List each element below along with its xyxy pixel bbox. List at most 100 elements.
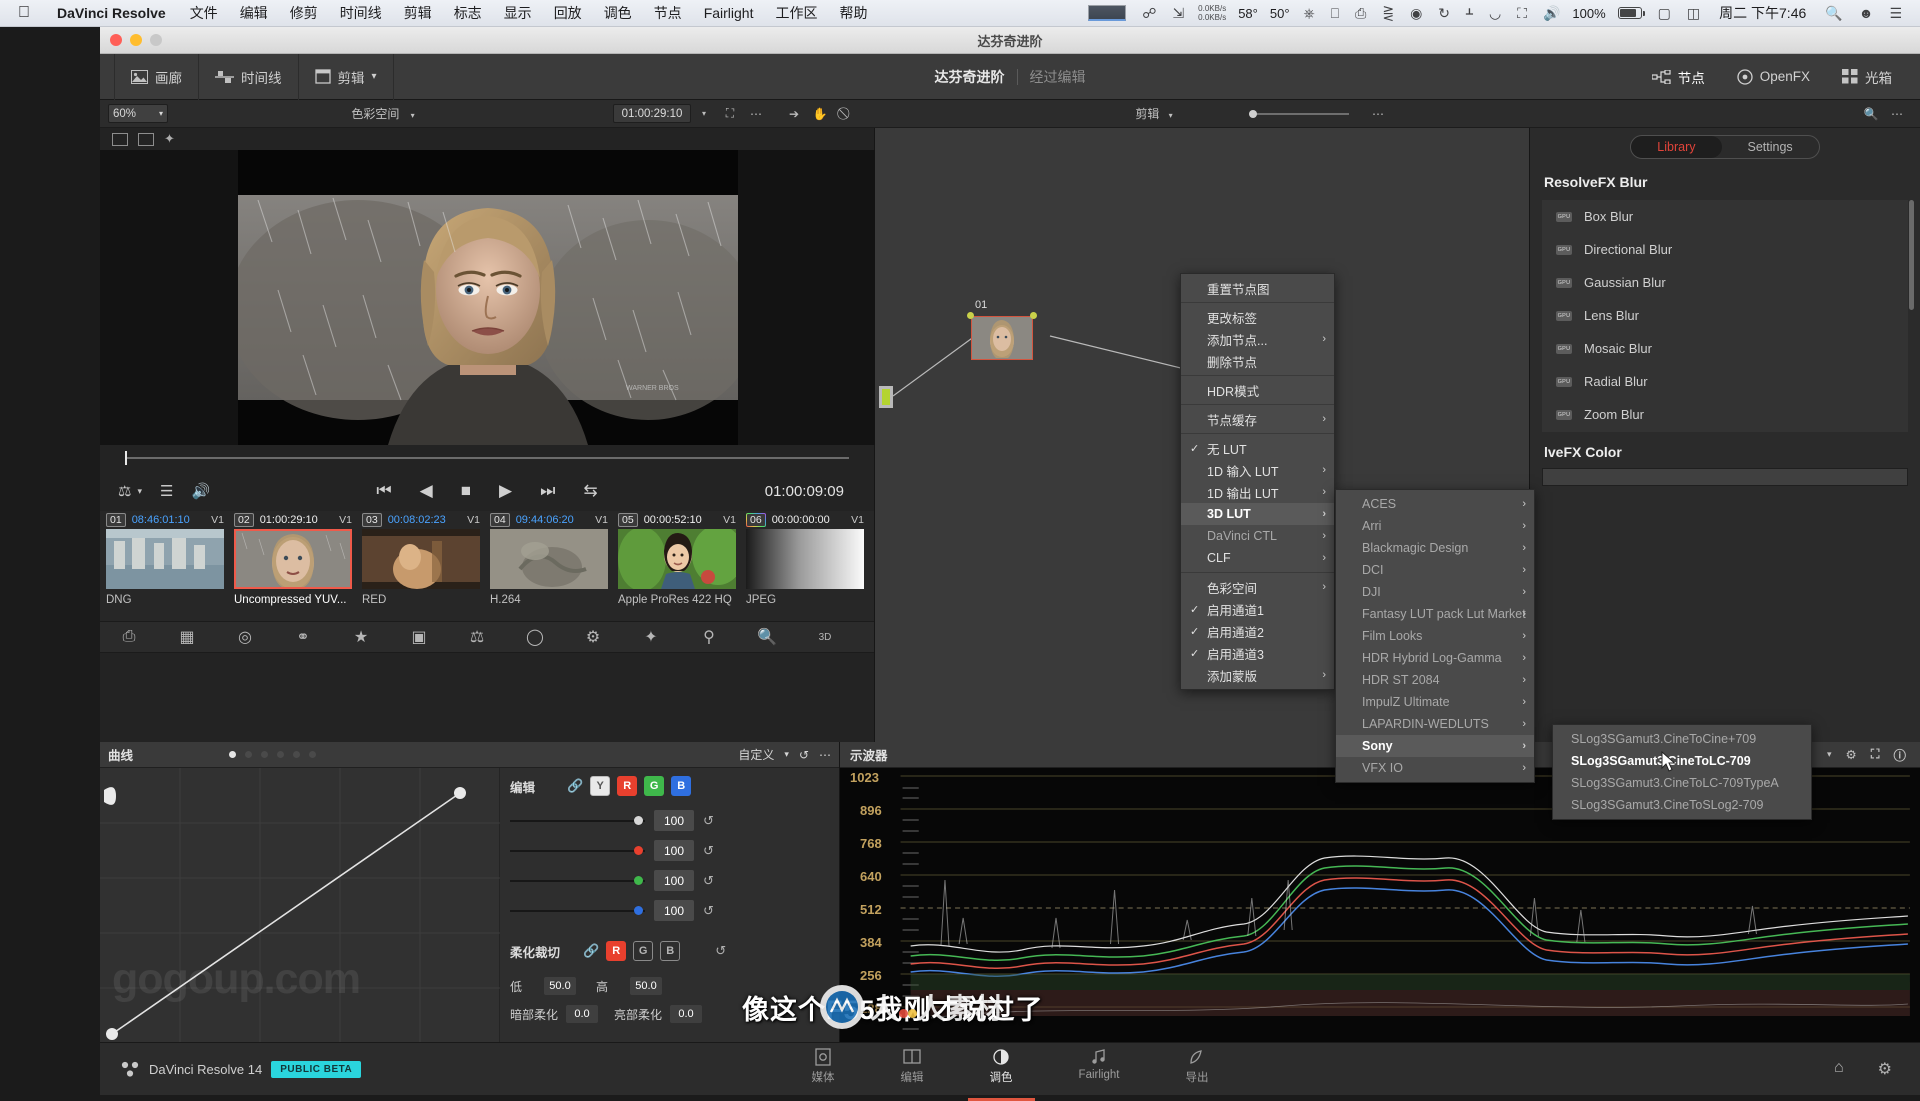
ctx-node-cache[interactable]: 节点缓存 › [1181,408,1334,430]
menubar-item-trim[interactable]: 修剪 [279,3,329,23]
slider-track-r[interactable] [510,845,645,855]
curves-dot-4[interactable] [277,751,285,758]
slider-value-g[interactable]: 100 [654,870,694,891]
sony-lut-submenu[interactable]: SLog3SGamut3.CineToCine+709 SLog3SGamut3… [1552,724,1812,820]
slider-value-y[interactable]: 100 [654,810,694,831]
menubar-item-playback[interactable]: 回放 [543,3,593,23]
ctx-change-label[interactable]: 更改标签 [1181,306,1334,328]
volume-icon[interactable]: 🔊 [1535,5,1568,22]
clip-image[interactable] [490,529,608,589]
magic-icon[interactable]: ✦ [164,131,175,147]
ctx-no-lut[interactable]: ✓ 无 LUT [1181,437,1334,459]
clip-image[interactable] [618,529,736,589]
lightning-icon[interactable]: ⋛ [1374,5,1402,22]
lut-vendor-impulz-ultimate[interactable]: ImpulZ Ultimate › [1336,691,1534,713]
chevron-down-icon[interactable]: ▾ [372,71,377,82]
ctx-enable-channel-3[interactable]: ✓ 启用通道3 [1181,642,1334,664]
page-color[interactable]: 调色 [967,1048,1035,1101]
menubar-app-name[interactable]: DaVinci Resolve [44,5,179,21]
print-icon[interactable]: ⎙ [100,621,158,653]
reset-icon[interactable]: ↺ [703,873,714,889]
ctx-hdr-mode[interactable]: HDR模式 [1181,379,1334,401]
channel-chip-y[interactable]: Y [590,776,611,796]
jump-end-icon[interactable]: ⏭ [540,481,555,501]
clip-thumbnail-01[interactable]: 01 08:46:01:10 V1 DNG [106,511,224,621]
viewer-timecode[interactable]: 01:00:29:10 [613,104,691,123]
ctx-1d-input-lut[interactable]: 1D 输入 LUT › [1181,459,1334,481]
slider-track-y[interactable] [510,815,645,825]
zoom-level-select[interactable]: 60% ▾ [108,104,168,123]
lut-vendor-submenu[interactable]: ACES › Arri › Blackmagic Design › DCI › … [1335,489,1535,783]
user-icon[interactable]: ☻ [1851,5,1882,21]
soft-clip-chip-r[interactable]: R [606,941,627,961]
lut-vendor-arri[interactable]: Arri › [1336,515,1534,537]
clip-thumbnail-03[interactable]: 03 00:08:02:23 V1 RED [362,511,480,621]
curves-dot-5[interactable] [293,751,301,758]
lut-vendor-dji[interactable]: DJI › [1336,581,1534,603]
high-soft-value[interactable]: 0.0 [670,1005,703,1023]
lut-vendor-hdr-hlg[interactable]: HDR Hybrid Log-Gamma › [1336,647,1534,669]
key-icon[interactable]: ⚲ [680,621,738,653]
tab-settings[interactable]: Settings [1722,136,1819,158]
slider-track-g[interactable] [510,875,645,885]
search-icon[interactable]: 🔍 [1858,103,1884,124]
ctx-reset-node-graph[interactable]: 重置节点图 [1181,277,1334,299]
fx-item-box-blur[interactable]: GPU Box Blur [1542,200,1908,233]
input-source-icon[interactable]: ▢ [1650,5,1679,22]
clip-thumbnail-02[interactable]: 02 01:00:29:10 V1 Uncompressed YUV... [234,511,352,621]
link-icon[interactable]: 🔗 [583,943,599,959]
sony-lut-cinetolc709[interactable]: SLog3SGamut3.CineToLC-709 [1553,750,1811,772]
clip-thumbnail-06[interactable]: 06 00:00:00:00 V1 JPEG [746,511,864,621]
channel-chip-g[interactable]: G [644,776,665,796]
high-value[interactable]: 50.0 [630,977,662,995]
page-edit[interactable]: 编辑 [901,1048,924,1091]
node-input-terminal[interactable] [879,386,893,408]
node-size-slider[interactable] [1249,109,1349,118]
more-options-icon[interactable]: ⋯ [743,103,769,124]
fit-screen-icon[interactable]: ⛶ [717,103,743,124]
chevron-down-icon[interactable]: ▾ [1163,111,1173,120]
lut-vendor-aces[interactable]: ACES › [1336,493,1534,515]
chevron-down-icon[interactable]: ▾ [691,103,717,124]
fullscreen-icon[interactable]: ⛶ [1871,747,1880,762]
control-center-icon[interactable]: ◫ [1679,5,1708,22]
ctx-delete-node[interactable]: 删除节点 [1181,350,1334,372]
bluetooth-icon[interactable]: ᚆ [1458,5,1481,22]
layers-icon[interactable]: ☰ [160,482,173,500]
ellipse-icon[interactable]: ◯ [506,621,564,653]
ctx-add-node[interactable]: 添加节点... › [1181,328,1334,350]
search-icon[interactable]: 🔍 [1817,5,1850,22]
slider-track-b[interactable] [510,905,645,915]
sony-lut-cinetolc709typea[interactable]: SLog3SGamut3.CineToLC-709TypeA [1553,772,1811,794]
chevron-down-icon[interactable]: ▾ [403,111,415,120]
magic-wand-icon[interactable]: ✦ [622,621,680,653]
reset-icon[interactable]: ↺ [703,813,714,829]
wipe-icon[interactable] [138,132,154,146]
soft-clip-chip-g[interactable]: G [633,941,654,961]
curves-dot-2[interactable] [245,751,253,758]
menubar-item-nodes[interactable]: 节点 [643,3,693,23]
settings-icon[interactable]: ⚙ [1846,747,1857,762]
fx-item-directional-blur[interactable]: GPU Directional Blur [1542,233,1908,266]
battery-icon[interactable] [1610,7,1650,19]
more-options-icon[interactable]: ⋯ [1884,103,1910,124]
pointer-tool-icon[interactable]: ➔ [781,103,807,124]
clip-image[interactable] [234,529,352,589]
3d-icon[interactable]: 3D [796,621,854,653]
hand-tool-icon[interactable]: ✋ [807,103,833,124]
channel-chip-b[interactable]: B [671,776,692,796]
menubar-item-color[interactable]: 调色 [593,3,643,23]
clip-image[interactable] [362,529,480,589]
disable-tool-icon[interactable]: ⃠ [833,103,859,124]
lut-vendor-blackmagic-design[interactable]: Blackmagic Design › [1336,537,1534,559]
menubar-item-mark[interactable]: 标志 [443,3,493,23]
reset-icon[interactable]: ↺ [703,903,714,919]
slider-value-b[interactable]: 100 [654,900,694,921]
gallery-grid-icon[interactable]: ▦ [158,621,216,653]
clip-thumbnail-04[interactable]: 04 09:44:06:20 V1 H.264 [490,511,608,621]
page-fairlight[interactable]: Fairlight [1079,1048,1119,1091]
clip-image[interactable] [106,529,224,589]
slider-value-r[interactable]: 100 [654,840,694,861]
scrubber-track[interactable] [125,451,849,465]
split-screen-icon[interactable] [112,132,128,146]
